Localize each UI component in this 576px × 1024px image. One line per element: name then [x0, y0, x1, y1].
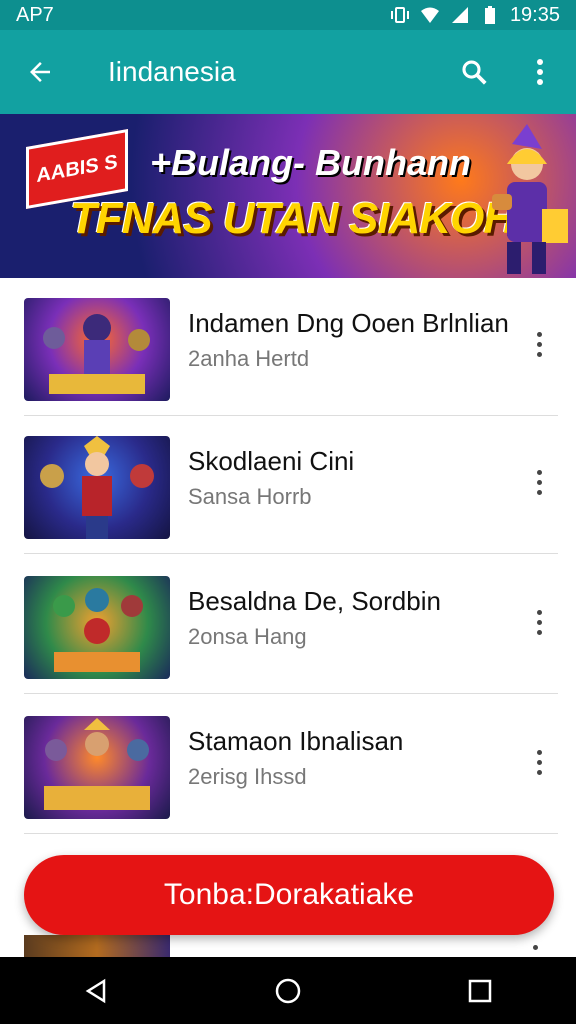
system-nav-bar: [0, 957, 576, 1024]
game-thumbnail: [24, 436, 170, 539]
hero-character-illustration: [492, 124, 568, 274]
item-more-button[interactable]: [524, 464, 554, 500]
game-subtitle: 2anha Hertd: [188, 346, 310, 371]
primary-cta-button[interactable]: Tonba:Dorakatiake: [24, 855, 554, 935]
nav-home-button[interactable]: [258, 961, 318, 1021]
clock: 19:35: [509, 3, 560, 26]
item-more-button[interactable]: [524, 326, 554, 362]
nav-recents-button[interactable]: [450, 961, 510, 1021]
game-title: Indamen Dng Ooen Brlnlian: [188, 308, 509, 338]
wifi-icon: [420, 7, 439, 23]
nav-back-button[interactable]: [66, 961, 126, 1021]
game-title: Besaldna De, Sordbin: [188, 586, 441, 616]
game-thumbnail: [24, 298, 170, 401]
game-thumbnail: [24, 716, 170, 819]
overflow-menu-button[interactable]: [520, 52, 560, 92]
item-more-button[interactable]: [524, 744, 554, 780]
back-button[interactable]: [16, 48, 64, 96]
game-subtitle: Sansa Horrb: [188, 484, 312, 509]
search-icon: [462, 60, 487, 85]
item-more-button[interactable]: [524, 604, 554, 640]
app-bar: Iindanesia: [0, 30, 576, 114]
game-subtitle: 2onsa Hang: [188, 624, 307, 649]
list-item[interactable]: Stamaon Ibnalisan 2erisg Ihssd: [0, 696, 576, 834]
vibrate-icon: [390, 7, 409, 23]
divider: [24, 693, 558, 694]
item-more-button-partial[interactable]: [533, 945, 538, 950]
search-button[interactable]: [454, 52, 494, 92]
triangle-back-icon: [85, 978, 106, 1003]
divider: [24, 833, 558, 834]
more-vert-icon: [537, 59, 543, 85]
banner-subheadline: TFNAS UTAN SIAKOH!!: [70, 194, 542, 243]
divider: [24, 553, 558, 554]
page-title: Iindanesia: [108, 56, 236, 87]
battery-icon: [484, 6, 495, 24]
game-title: Stamaon Ibnalisan: [188, 726, 404, 756]
circle-home-icon: [275, 978, 301, 1003]
list-item[interactable]: Besaldna De, Sordbin 2onsa Hang: [0, 556, 576, 694]
promo-banner[interactable]: AABIS S +Bulang- Bunhann TFNAS UTAN SIAK…: [0, 114, 576, 278]
arrow-back-icon: [30, 62, 50, 82]
carrier-label: AP7: [16, 3, 54, 26]
square-recents-icon: [468, 979, 492, 1002]
game-subtitle: 2erisg Ihssd: [188, 764, 307, 789]
banner-headline: +Bulang- Bunhann: [150, 142, 471, 183]
status-bar: AP7 19:35: [0, 0, 576, 30]
list-item[interactable]: Indamen Dng Ooen Brlnlian 2anha Hertd: [0, 278, 576, 416]
game-thumbnail-partial: [24, 935, 170, 957]
signal-icon: [451, 7, 468, 23]
game-thumbnail: [24, 576, 170, 679]
game-title: Skodlaeni Cini: [188, 446, 355, 476]
list-item[interactable]: Skodlaeni Cini Sansa Horrb: [0, 416, 576, 554]
